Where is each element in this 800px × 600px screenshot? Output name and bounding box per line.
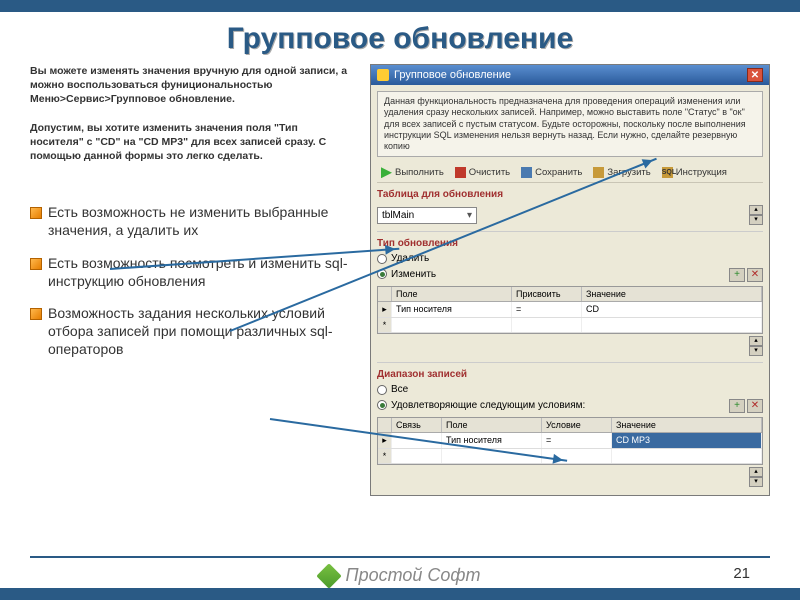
col-field: Поле [442, 418, 542, 432]
window-titlebar: Групповое обновление ✕ [371, 65, 769, 85]
right-column: Групповое обновление ✕ Данная функционал… [370, 64, 770, 496]
section-collapse-buttons[interactable]: ▴▾ [749, 467, 763, 487]
table-combo[interactable]: tblMain [377, 207, 477, 224]
section-collapse-buttons[interactable]: ▴▾ [749, 336, 763, 356]
col-cond: Условие [542, 418, 612, 432]
row-pointer-icon: ▸ [378, 302, 392, 317]
save-icon [521, 167, 532, 178]
play-icon [381, 167, 392, 178]
bullet-item: Возможность задания нескольких условий о… [30, 304, 350, 359]
footer-brand: Простой Софт [346, 565, 481, 586]
left-column: Вы можете изменять значения вручную для … [30, 64, 350, 496]
col-link: Связь [392, 418, 442, 432]
window-icon [377, 69, 389, 81]
description-box: Данная функциональность предназначена дл… [377, 91, 763, 157]
section-table-label: Таблица для обновления [377, 189, 763, 200]
top-bar [0, 0, 800, 12]
save-button[interactable]: Сохранить [517, 165, 586, 180]
col-value: Значение [582, 287, 762, 301]
load-icon [593, 167, 604, 178]
sql-button[interactable]: SQLИнструкция [658, 165, 731, 180]
col-field: Поле [392, 287, 512, 301]
page-title: Групповое обновление [0, 12, 800, 64]
col-value: Значение [612, 418, 762, 432]
clear-icon [455, 167, 466, 178]
remove-row-button[interactable]: ✕ [747, 268, 763, 282]
dialog-window: Групповое обновление ✕ Данная функционал… [370, 64, 770, 496]
intro-p1: Вы можете изменять значения вручную для … [30, 64, 350, 107]
footer-divider [30, 556, 770, 558]
section-collapse-buttons[interactable]: ▴▾ [749, 205, 763, 225]
add-row-button[interactable]: + [729, 399, 745, 413]
window-body: Данная функциональность предназначена дл… [371, 85, 769, 495]
page-number: 21 [733, 565, 750, 582]
logo-icon [316, 563, 341, 588]
clear-button[interactable]: Очистить [451, 165, 514, 180]
footer: Простой Софт [0, 565, 800, 586]
window-title: Групповое обновление [394, 69, 511, 81]
intro-text: Вы можете изменять значения вручную для … [30, 64, 350, 163]
sql-icon: SQL [662, 167, 673, 178]
add-row-button[interactable]: + [729, 268, 745, 282]
section-range-label: Диапазон записей [377, 369, 763, 380]
run-button[interactable]: Выполнить [377, 165, 448, 180]
intro-p2: Допустим, вы хотите изменить значения по… [30, 121, 350, 164]
bottom-bar [0, 588, 800, 600]
bullet-item: Есть возможность не изменить выбранные з… [30, 203, 350, 239]
slide-container: Групповое обновление Вы можете изменять … [0, 0, 800, 600]
remove-row-button[interactable]: ✕ [747, 399, 763, 413]
update-grid[interactable]: Поле Присвоить Значение ▸ Тип носителя =… [377, 286, 763, 334]
close-button[interactable]: ✕ [747, 68, 763, 82]
bullet-list: Есть возможность не изменить выбранные з… [30, 203, 350, 358]
col-assign: Присвоить [512, 287, 582, 301]
radio-delete[interactable] [377, 254, 387, 264]
content-area: Вы можете изменять значения вручную для … [0, 64, 800, 496]
radio-all[interactable] [377, 385, 387, 395]
bullet-item: Есть возможность посмотреть и изменить s… [30, 254, 350, 290]
radio-conditions[interactable] [377, 400, 387, 410]
toolbar: Выполнить Очистить Сохранить Загрузить S… [377, 163, 763, 183]
